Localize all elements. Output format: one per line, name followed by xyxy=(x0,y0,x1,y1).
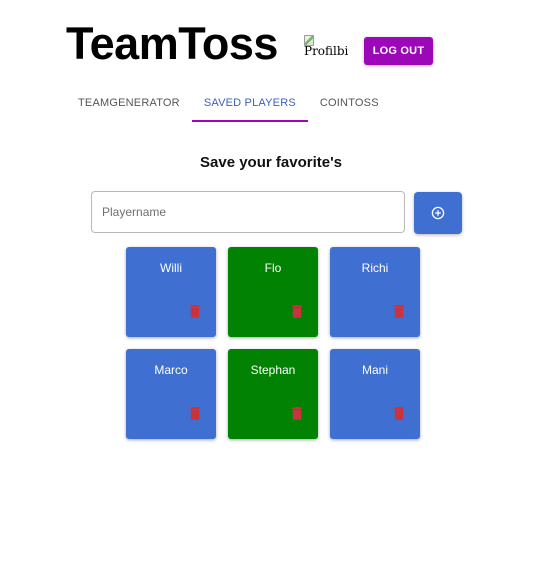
delete-player-button[interactable] xyxy=(392,405,406,421)
delete-player-button[interactable] xyxy=(392,303,406,319)
app-title: TeamToss xyxy=(66,18,278,69)
profile-image[interactable]: Profilbi xyxy=(304,34,348,64)
add-player-button[interactable] xyxy=(414,192,462,234)
player-card[interactable]: Flo xyxy=(228,247,318,337)
trash-icon xyxy=(190,304,200,318)
trash-icon xyxy=(292,304,302,318)
trash-icon xyxy=(394,304,404,318)
section-heading: Save your favorite's xyxy=(200,154,342,171)
profile-image-alt: Profilbi xyxy=(304,44,348,58)
player-card[interactable]: Mani xyxy=(330,349,420,439)
delete-player-button[interactable] xyxy=(290,405,304,421)
plus-circle-icon xyxy=(431,206,445,220)
delete-player-button[interactable] xyxy=(188,303,202,319)
player-card[interactable]: Willi xyxy=(126,247,216,337)
player-name: Richi xyxy=(361,261,389,275)
player-name: Mani xyxy=(361,363,388,377)
player-name: Flo xyxy=(264,261,282,275)
player-card[interactable]: Stephan xyxy=(228,349,318,439)
player-name: Stephan xyxy=(250,363,296,377)
trash-icon xyxy=(190,406,200,420)
tab-teamgenerator[interactable]: TEAMGENERATOR xyxy=(66,86,192,122)
delete-player-button[interactable] xyxy=(290,303,304,319)
delete-player-button[interactable] xyxy=(188,405,202,421)
tab-saved-players[interactable]: SAVED PLAYERS xyxy=(191,86,308,122)
tab-cointoss[interactable]: COINTOSS xyxy=(308,86,391,122)
player-grid: Willi Flo Richi Marco Stephan Mani xyxy=(126,247,420,439)
player-card[interactable]: Richi xyxy=(330,247,420,337)
playername-input[interactable] xyxy=(91,191,405,233)
logout-button[interactable]: LOG OUT xyxy=(364,37,433,65)
trash-icon xyxy=(394,406,404,420)
trash-icon xyxy=(292,406,302,420)
tab-bar: TEAMGENERATOR SAVED PLAYERS COINTOSS xyxy=(66,86,391,122)
player-name: Marco xyxy=(154,363,188,377)
player-card[interactable]: Marco xyxy=(126,349,216,439)
player-name: Willi xyxy=(160,261,182,275)
